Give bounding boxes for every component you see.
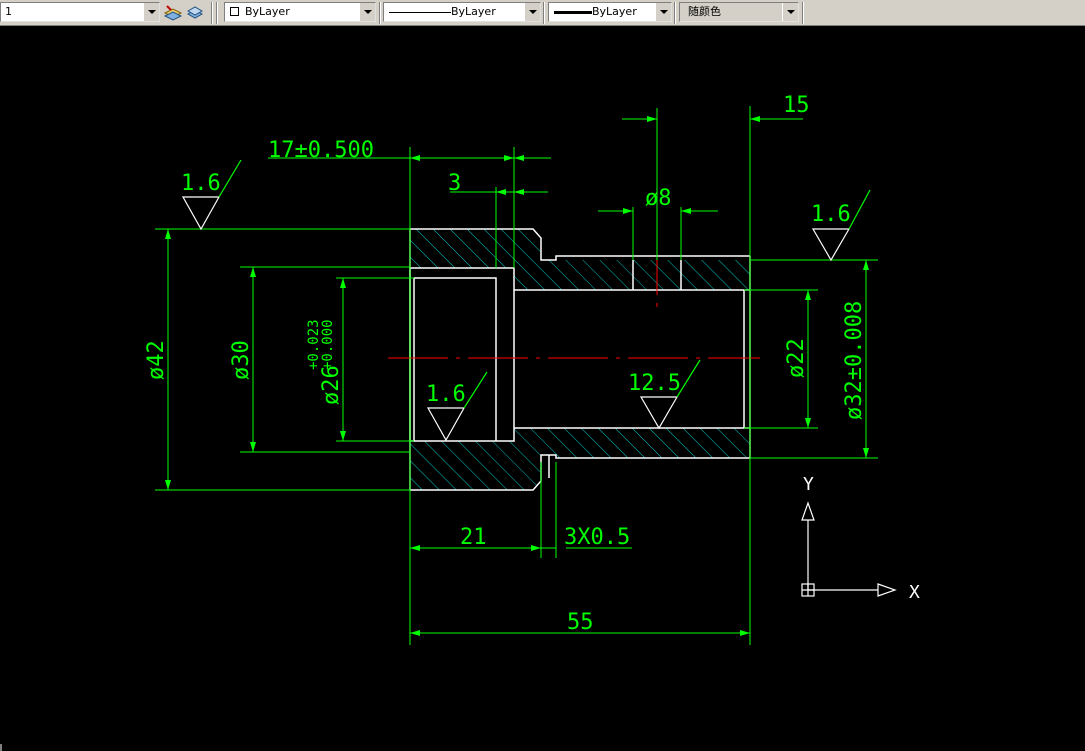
dim-d26-tol-lower: +0.000 bbox=[320, 319, 336, 370]
toolbar-separator bbox=[216, 2, 218, 24]
toolbar-separator bbox=[674, 2, 676, 24]
toolbar-separator bbox=[211, 2, 213, 24]
lineweight-sample-icon bbox=[554, 11, 592, 14]
linetype-control-dropdown[interactable]: ByLayer bbox=[383, 2, 541, 22]
plotstyle-control-dropdown[interactable]: 随颜色 bbox=[679, 2, 799, 22]
dim-d32: ø32±0.008 bbox=[842, 301, 867, 420]
dim-d8: ø8 bbox=[645, 186, 672, 211]
lineweight-control-dropdown[interactable]: ByLayer bbox=[548, 2, 672, 22]
dimension-arrows bbox=[165, 116, 869, 636]
dim-d30: ø30 bbox=[229, 340, 254, 380]
ucs-icon bbox=[801, 501, 897, 597]
chevron-down-icon[interactable] bbox=[524, 3, 540, 21]
make-layer-current-icon[interactable] bbox=[163, 3, 183, 23]
toolbar-separator bbox=[379, 2, 381, 24]
drawing-canvas[interactable]: 17±0.500 3 15 ø8 1.6 1.6 1.6 12.5 21 3X0… bbox=[0, 26, 1085, 751]
toolbar-separator bbox=[802, 2, 804, 24]
properties-toolbar: 1 ByLayer ByLayer ByLayer 随颜色 bbox=[0, 0, 1085, 26]
toolbar-separator bbox=[543, 2, 545, 24]
layer-dropdown[interactable]: 1 bbox=[0, 2, 160, 22]
dim-groove: 3X0.5 bbox=[564, 525, 630, 550]
linetype-value: ByLayer bbox=[451, 5, 496, 18]
roughness-inner: 1.6 bbox=[426, 382, 466, 407]
dim-55: 55 bbox=[567, 610, 594, 635]
roughness-bore: 12.5 bbox=[628, 371, 681, 396]
statusbar-edge bbox=[0, 744, 2, 751]
lineweight-value: ByLayer bbox=[592, 5, 637, 18]
dim-3: 3 bbox=[448, 171, 461, 196]
color-swatch-icon bbox=[230, 7, 239, 16]
dim-d26: ø26 bbox=[319, 365, 344, 405]
layer-value: 1 bbox=[5, 5, 12, 18]
chevron-down-icon[interactable] bbox=[143, 3, 159, 21]
plotstyle-value: 随颜色 bbox=[688, 5, 721, 18]
dim-17: 17±0.500 bbox=[268, 138, 374, 163]
chevron-down-icon[interactable] bbox=[359, 3, 375, 21]
dim-15: 15 bbox=[783, 93, 810, 118]
ucs-x-label: X bbox=[909, 582, 920, 603]
roughness-top-right: 1.6 bbox=[811, 202, 851, 227]
layer-previous-icon[interactable] bbox=[185, 3, 205, 23]
chevron-down-icon[interactable] bbox=[655, 3, 671, 21]
roughness-symbols bbox=[181, 159, 871, 442]
color-control-dropdown[interactable]: ByLayer bbox=[224, 2, 376, 22]
dim-d42: ø42 bbox=[144, 340, 169, 380]
ucs-y-label: Y bbox=[803, 474, 814, 495]
chevron-down-icon[interactable] bbox=[782, 3, 798, 21]
dimension-lines bbox=[155, 106, 878, 645]
color-value: ByLayer bbox=[245, 5, 290, 18]
linetype-sample-icon bbox=[389, 12, 451, 13]
dim-d22: ø22 bbox=[784, 338, 809, 378]
dim-21: 21 bbox=[460, 525, 487, 550]
roughness-top-left: 1.6 bbox=[181, 171, 221, 196]
